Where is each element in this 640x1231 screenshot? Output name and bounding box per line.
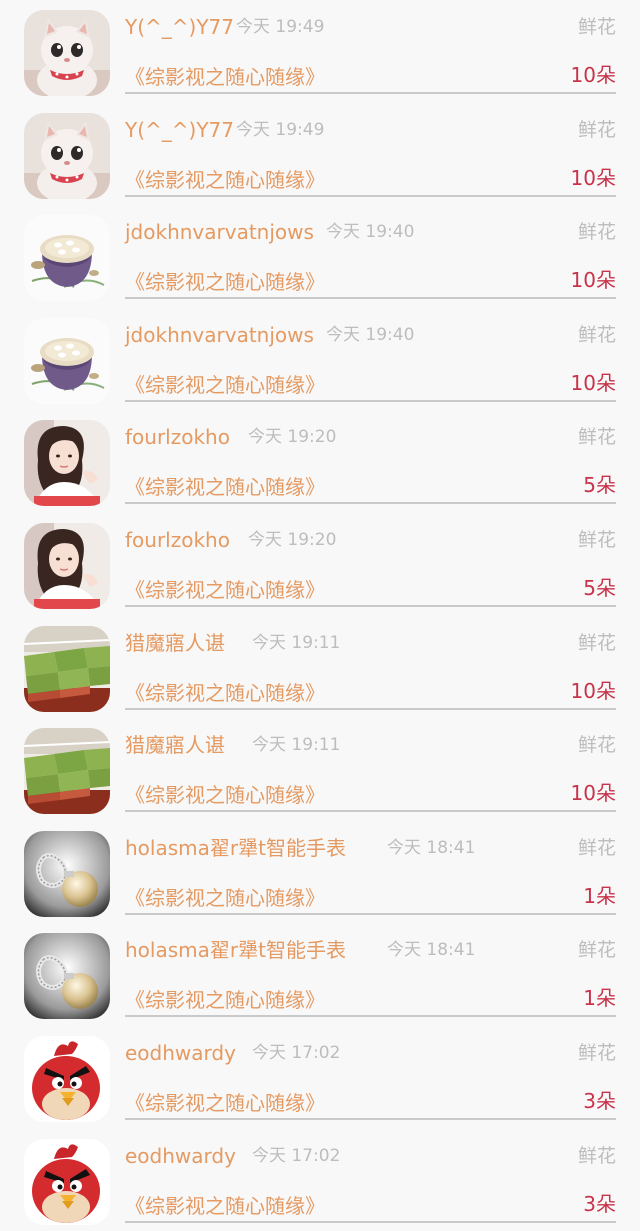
row-divider (125, 194, 616, 197)
gift-count: 10朵 (570, 165, 616, 190)
username[interactable]: fourlzokho (125, 424, 230, 450)
row-divider (125, 707, 616, 710)
row-divider (125, 1015, 616, 1018)
user-avatar[interactable] (24, 112, 110, 199)
gift-record-list: Y(^_^)Y77 今天 19:49 鲜花 《综影视之随心随缘》 10朵 Y(^… (0, 0, 640, 1225)
username[interactable]: jdokhnvarvatnjows (125, 322, 314, 348)
row-divider (125, 297, 616, 300)
gift-record-row[interactable]: 猎魔寤人谌 今天 19:11 鲜花 《综影视之随心随缘》 10朵 (0, 616, 640, 718)
gift-type-label: 鲜花 (577, 221, 616, 244)
timestamp: 今天 18:41 (387, 837, 476, 858)
show-title-link[interactable]: 《综影视之随心随缘》 (125, 167, 325, 193)
timestamp: 今天 19:49 (236, 17, 325, 37)
username[interactable]: fourlzokho (125, 527, 230, 553)
username[interactable]: 猎魔寤人谌 (125, 630, 225, 656)
timestamp: 今天 19:20 (248, 530, 337, 550)
gift-count: 10朵 (570, 678, 616, 703)
gift-type-label: 鲜花 (577, 1042, 616, 1064)
gift-type-label: 鲜花 (577, 118, 616, 141)
user-avatar[interactable] (24, 830, 110, 917)
gift-record-row[interactable]: eodhwardy 今天 17:02 鲜花 《综影视之随心随缘》 3朵 (0, 1129, 640, 1231)
show-title-link[interactable]: 《综影视之随心随缘》 (125, 64, 325, 90)
timestamp: 今天 19:40 (326, 324, 415, 345)
show-title-link[interactable]: 《综影视之随心随缘》 (125, 1193, 325, 1219)
show-title-link[interactable]: 《综影视之随心随缘》 (125, 1090, 325, 1116)
user-avatar[interactable] (24, 420, 110, 507)
user-avatar[interactable] (24, 625, 110, 712)
gift-record-row[interactable]: Y(^_^)Y77 今天 19:49 鲜花 《综影视之随心随缘》 10朵 (0, 0, 640, 102)
username[interactable]: Y(^_^)Y77 (125, 14, 234, 40)
user-avatar[interactable] (24, 10, 110, 96)
gift-count: 1朵 (583, 883, 616, 908)
row-divider (125, 92, 616, 94)
username[interactable]: eodhwardy (125, 1040, 236, 1066)
gift-count: 3朵 (583, 1089, 616, 1113)
row-divider (125, 912, 616, 915)
gift-record-row[interactable]: 猎魔寤人谌 今天 19:11 鲜花 《综影视之随心随缘》 10朵 (0, 718, 640, 820)
show-title-link[interactable]: 《综影视之随心随缘》 (125, 987, 325, 1013)
gift-count: 10朵 (570, 781, 616, 806)
gift-count: 10朵 (570, 63, 616, 87)
gift-type-label: 鲜花 (577, 939, 616, 962)
row-divider (125, 1118, 616, 1120)
gift-type-label: 鲜花 (577, 16, 616, 38)
gift-count: 5朵 (583, 473, 616, 498)
timestamp: 今天 19:49 (236, 119, 325, 140)
gift-record-row[interactable]: fourlzokho 今天 19:20 鲜花 《综影视之随心随缘》 5朵 (0, 513, 640, 615)
gift-record-row[interactable]: jdokhnvarvatnjows 今天 19:40 鲜花 《综影视之随心随缘》… (0, 205, 640, 307)
gift-record-row[interactable]: holasma翟r犟t智能手表 今天 18:41 鲜花 《综影视之随心随缘》 1… (0, 821, 640, 923)
username[interactable]: jdokhnvarvatnjows (125, 219, 314, 245)
show-title-link[interactable]: 《综影视之随心随缘》 (125, 577, 325, 603)
timestamp: 今天 19:11 (252, 735, 341, 756)
row-divider (125, 1220, 616, 1223)
gift-count: 5朵 (583, 576, 616, 600)
username[interactable]: holasma翟r犟t智能手表 (125, 937, 346, 963)
row-divider (125, 605, 616, 607)
user-avatar[interactable] (24, 933, 110, 1020)
user-avatar[interactable] (24, 215, 110, 302)
gift-count: 10朵 (570, 268, 616, 293)
user-avatar[interactable] (24, 523, 110, 609)
user-avatar[interactable] (24, 1138, 110, 1225)
username[interactable]: Y(^_^)Y77 (125, 117, 234, 143)
gift-count: 3朵 (583, 1191, 616, 1216)
timestamp: 今天 18:41 (387, 940, 476, 961)
show-title-link[interactable]: 《综影视之随心随缘》 (125, 680, 325, 706)
show-title-link[interactable]: 《综影视之随心随缘》 (125, 474, 325, 500)
user-avatar[interactable] (24, 317, 110, 404)
gift-type-label: 鲜花 (577, 529, 616, 551)
show-title-link[interactable]: 《综影视之随心随缘》 (125, 885, 325, 911)
show-title-link[interactable]: 《综影视之随心随缘》 (125, 372, 325, 398)
gift-type-label: 鲜花 (577, 631, 616, 654)
row-divider (125, 399, 616, 402)
gift-count: 10朵 (570, 370, 616, 395)
row-divider (125, 502, 616, 505)
timestamp: 今天 17:02 (252, 1043, 341, 1063)
row-divider (125, 810, 616, 813)
gift-type-label: 鲜花 (577, 1144, 616, 1167)
gift-record-row[interactable]: holasma翟r犟t智能手表 今天 18:41 鲜花 《综影视之随心随缘》 1… (0, 923, 640, 1025)
gift-type-label: 鲜花 (577, 734, 616, 757)
gift-count: 1朵 (583, 986, 616, 1011)
gift-record-row[interactable]: jdokhnvarvatnjows 今天 19:40 鲜花 《综影视之随心随缘》… (0, 308, 640, 410)
show-title-link[interactable]: 《综影视之随心随缘》 (125, 782, 325, 808)
user-avatar[interactable] (24, 1036, 110, 1122)
gift-type-label: 鲜花 (577, 426, 616, 449)
timestamp: 今天 19:11 (252, 632, 341, 653)
show-title-link[interactable]: 《综影视之随心随缘》 (125, 269, 325, 295)
gift-record-row[interactable]: Y(^_^)Y77 今天 19:49 鲜花 《综影视之随心随缘》 10朵 (0, 103, 640, 205)
gift-record-row[interactable]: eodhwardy 今天 17:02 鲜花 《综影视之随心随缘》 3朵 (0, 1026, 640, 1128)
timestamp: 今天 19:40 (326, 222, 415, 243)
username[interactable]: 猎魔寤人谌 (125, 732, 225, 758)
gift-type-label: 鲜花 (577, 323, 616, 346)
gift-type-label: 鲜花 (577, 836, 616, 859)
username[interactable]: holasma翟r犟t智能手表 (125, 835, 346, 861)
username[interactable]: eodhwardy (125, 1143, 236, 1169)
timestamp: 今天 19:20 (248, 427, 337, 448)
timestamp: 今天 17:02 (252, 1145, 341, 1166)
user-avatar[interactable] (24, 728, 110, 815)
gift-record-row[interactable]: fourlzokho 今天 19:20 鲜花 《综影视之随心随缘》 5朵 (0, 410, 640, 512)
